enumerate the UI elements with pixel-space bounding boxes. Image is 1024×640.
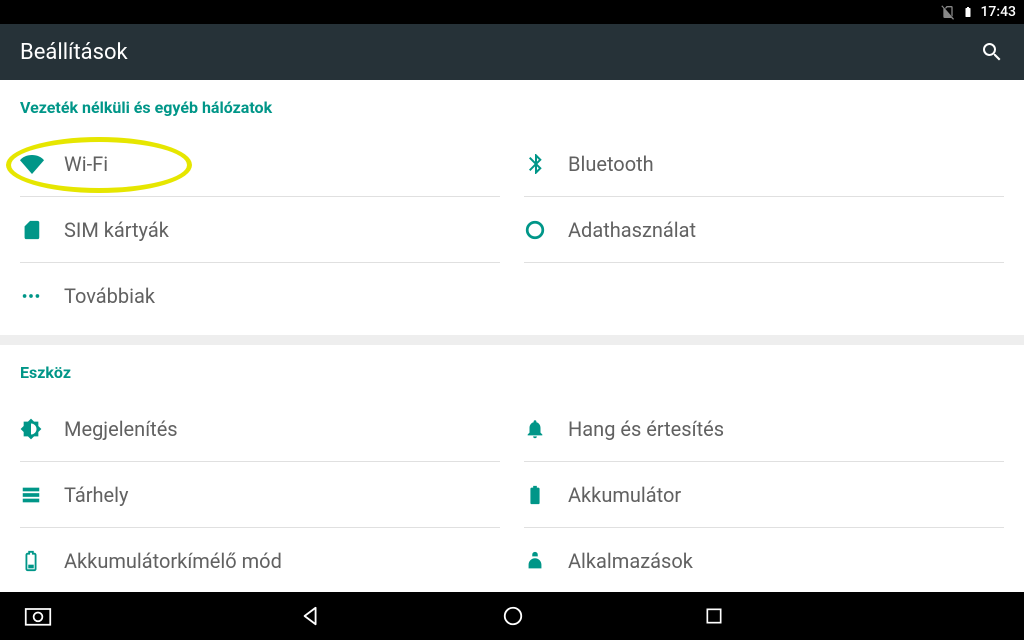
status-time: 17:43 xyxy=(980,4,1016,20)
settings-item-label: Akkumulátor xyxy=(568,483,681,507)
section-divider xyxy=(0,335,1024,345)
section-header-device: Eszköz xyxy=(0,345,1024,396)
section-header-wireless: Vezeték nélküli és egyéb hálózatok xyxy=(0,80,1024,131)
storage-icon xyxy=(20,484,64,506)
battery-icon xyxy=(962,4,974,20)
bell-icon xyxy=(524,418,568,440)
sim-icon xyxy=(20,219,64,241)
settings-item-label: Hang és értesítés xyxy=(568,417,724,441)
battery-icon xyxy=(524,484,568,506)
settings-item-label: Bluetooth xyxy=(568,152,654,176)
app-bar: Beállítások xyxy=(0,24,1024,80)
wifi-icon xyxy=(20,152,64,176)
bluetooth-icon xyxy=(524,152,568,176)
status-bar: 17:43 xyxy=(0,0,1024,24)
settings-item-datausage[interactable]: Adathasználat xyxy=(524,197,1004,263)
nav-recent-button[interactable] xyxy=(704,606,724,626)
settings-item-display[interactable]: Megjelenítés xyxy=(20,396,500,462)
settings-item-bluetooth[interactable]: Bluetooth xyxy=(524,131,1004,197)
settings-item-storage[interactable]: Tárhely xyxy=(20,462,500,528)
settings-item-sound[interactable]: Hang és értesítés xyxy=(524,396,1004,462)
settings-item-label: Megjelenítés xyxy=(64,417,178,441)
settings-item-label: Tárhely xyxy=(64,483,128,507)
datausage-icon xyxy=(524,219,568,241)
more-icon xyxy=(20,285,64,307)
settings-item-label: Továbbiak xyxy=(64,284,155,308)
settings-item-label: Akkumulátorkímélő mód xyxy=(64,549,282,573)
search-button[interactable] xyxy=(980,40,1004,64)
settings-item-more[interactable]: Továbbiak xyxy=(20,263,500,329)
settings-item-label: Adathasználat xyxy=(568,218,696,242)
settings-item-battery[interactable]: Akkumulátor xyxy=(524,462,1004,528)
settings-item-label: SIM kártyák xyxy=(64,218,169,242)
page-title: Beállítások xyxy=(20,40,128,65)
apps-icon xyxy=(524,550,568,572)
brightness-icon xyxy=(20,418,64,440)
settings-item-label: Alkalmazások xyxy=(568,549,693,573)
settings-item-wifi[interactable]: Wi-Fi xyxy=(20,131,500,197)
settings-item-label: Wi-Fi xyxy=(64,152,108,176)
navigation-bar xyxy=(0,592,1024,640)
battery-saver-icon xyxy=(20,550,64,572)
settings-item-sim[interactable]: SIM kártyák xyxy=(20,197,500,263)
settings-content: Vezeték nélküli és egyéb hálózatok Wi-Fi… xyxy=(0,80,1024,592)
camera-icon[interactable] xyxy=(24,605,52,627)
no-sim-icon xyxy=(940,4,956,20)
settings-item-batterysaver[interactable]: Akkumulátorkímélő mód xyxy=(20,528,500,592)
nav-back-button[interactable] xyxy=(300,605,322,627)
settings-item-apps[interactable]: Alkalmazások xyxy=(524,528,1004,592)
nav-home-button[interactable] xyxy=(502,605,524,627)
